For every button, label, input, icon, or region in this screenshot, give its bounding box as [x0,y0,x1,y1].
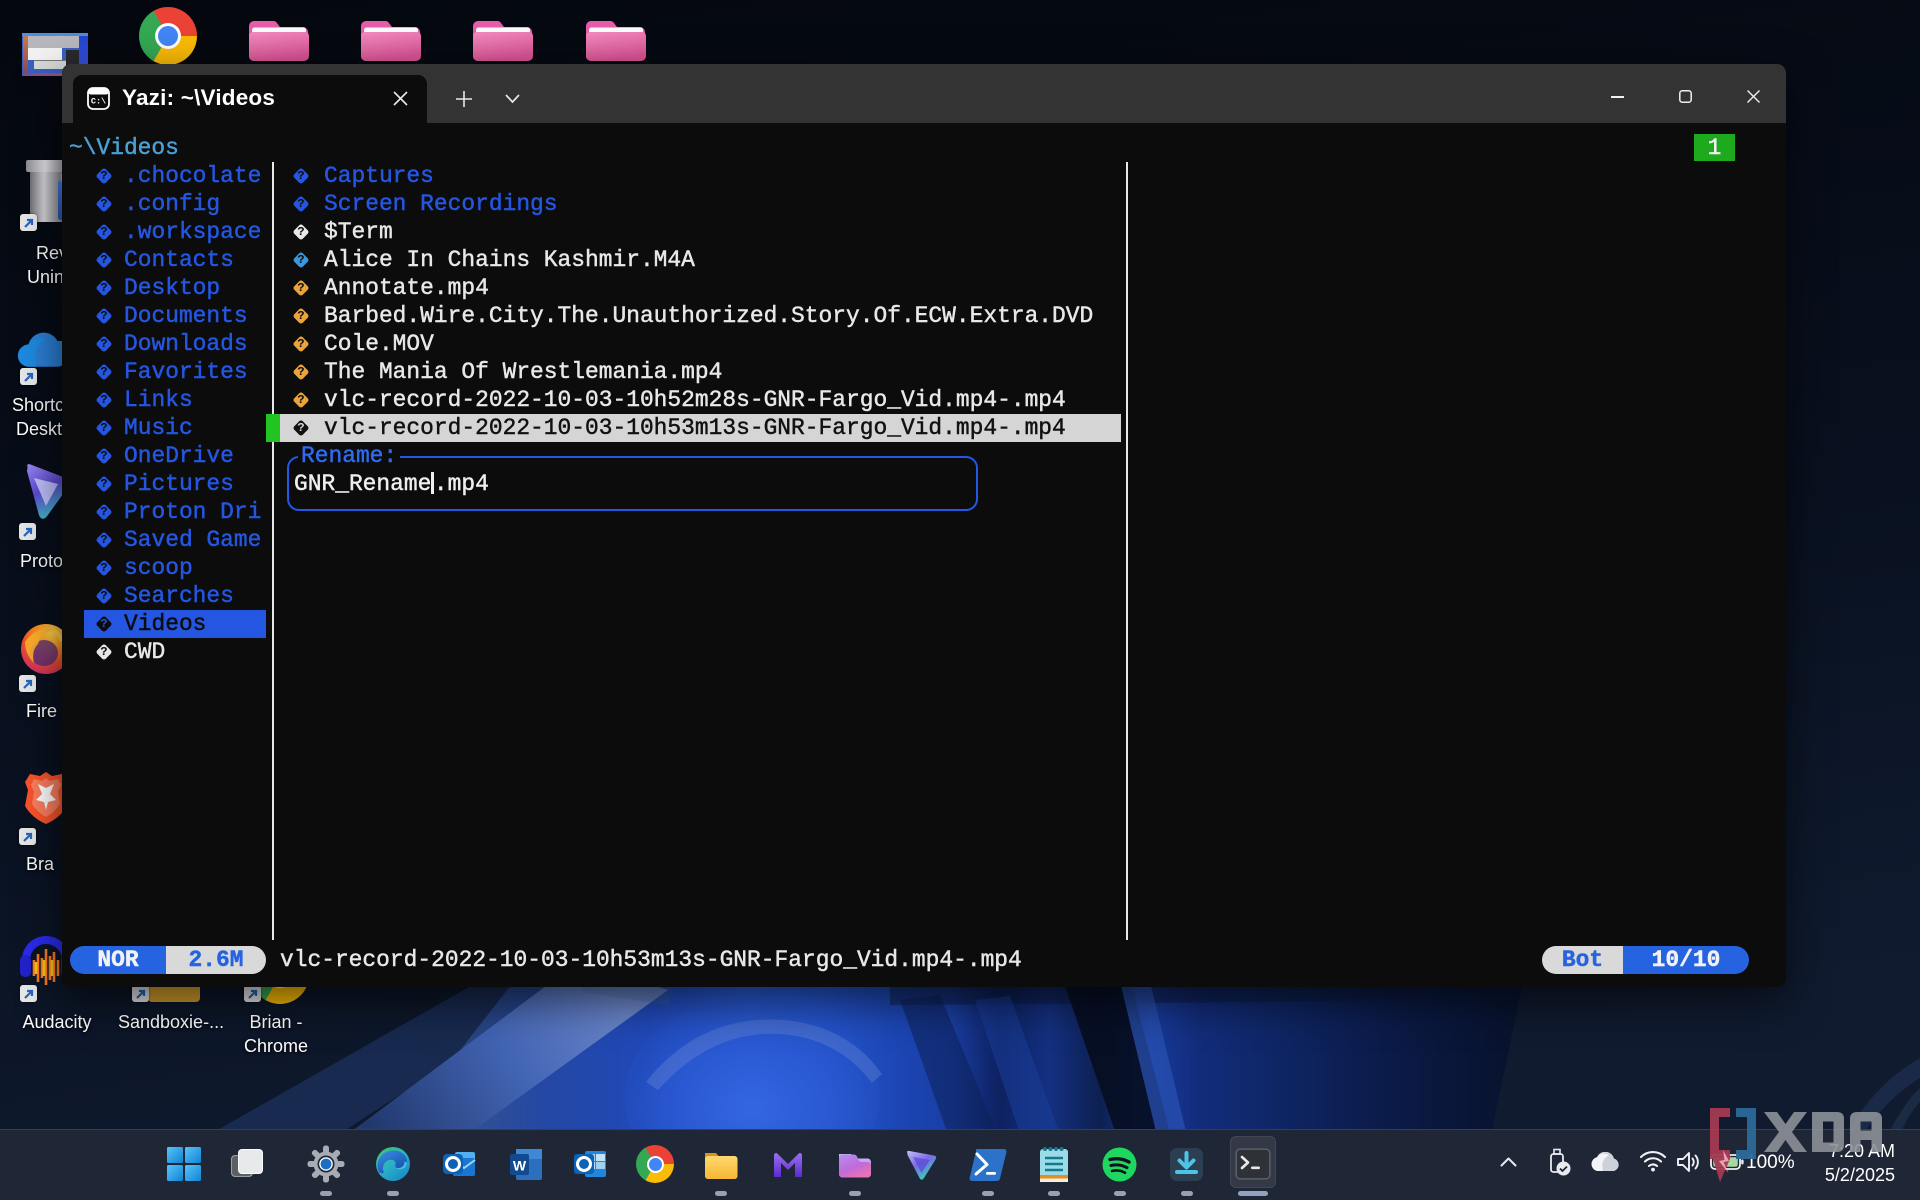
svg-text:C:\: C:\ [91,97,106,107]
svg-text:W: W [513,1158,527,1174]
